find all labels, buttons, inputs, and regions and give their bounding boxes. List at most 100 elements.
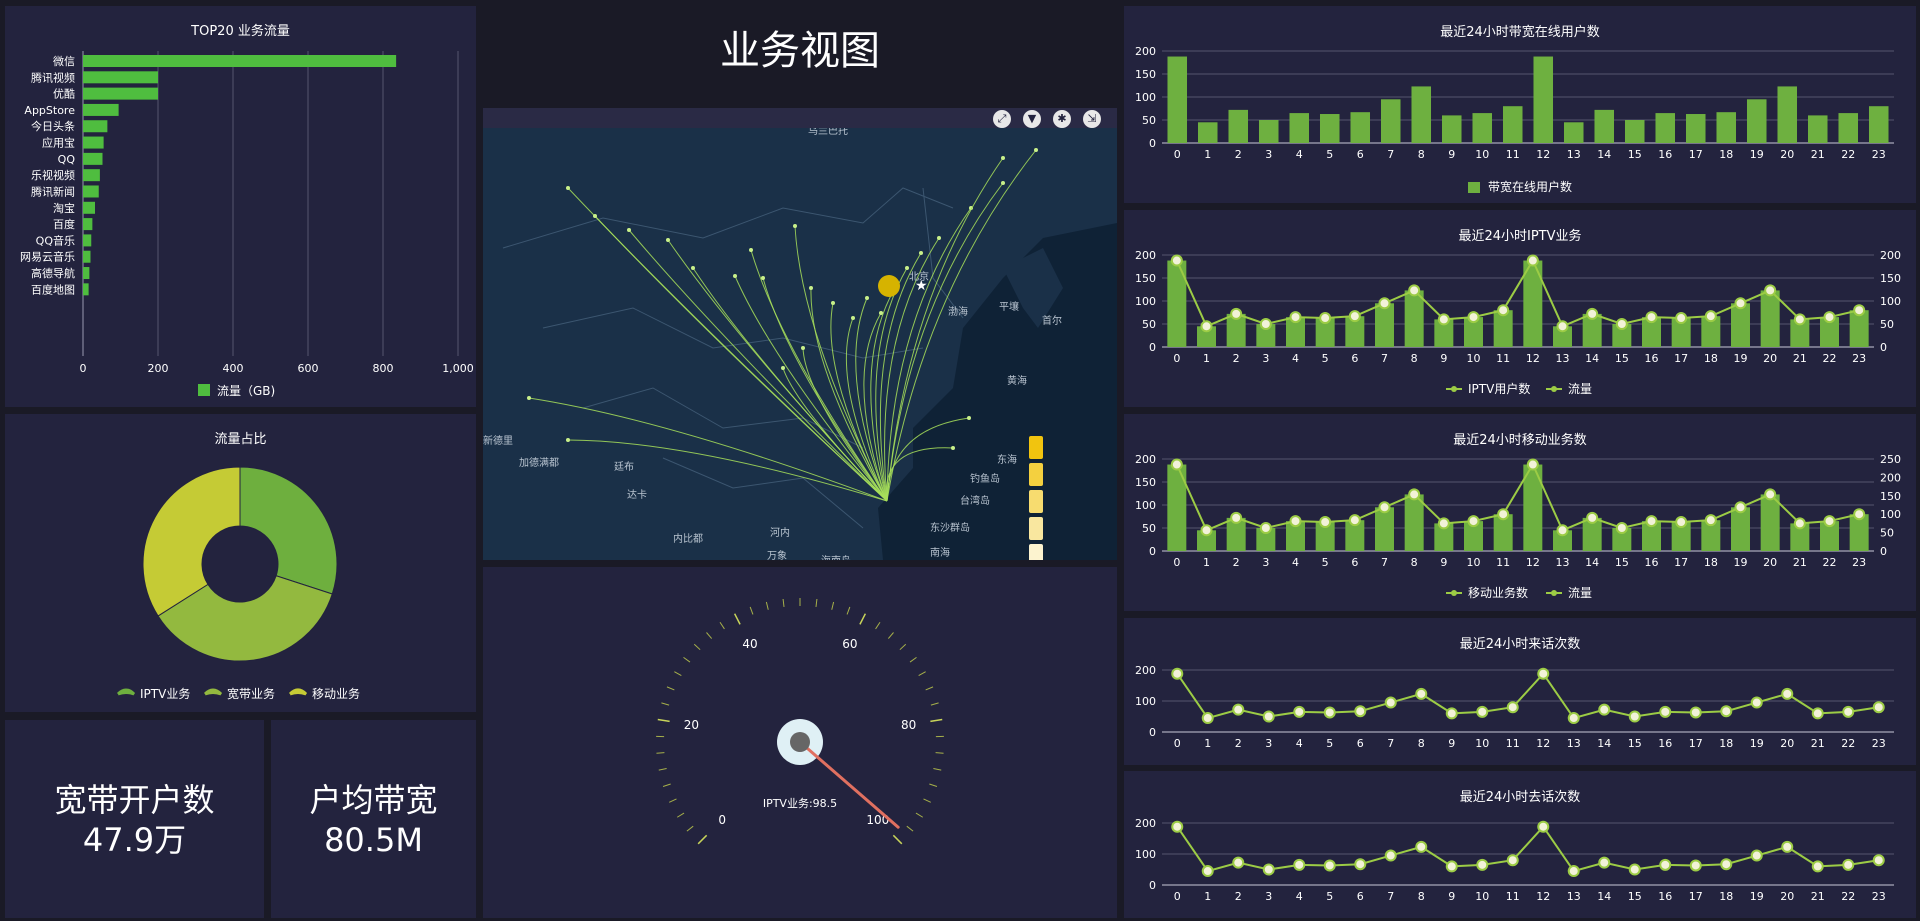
x-tick-label: 17 — [1674, 352, 1688, 365]
settings-icon[interactable]: ✱ — [1053, 110, 1071, 128]
series-point — [1750, 849, 1763, 862]
x-tick-label: 2 — [1233, 556, 1240, 569]
series-point — [1201, 865, 1214, 878]
series-point — [1348, 514, 1361, 527]
series-point — [1586, 307, 1599, 320]
series-point — [1348, 310, 1361, 323]
gauge-tick — [733, 613, 741, 625]
gauge-tick — [935, 752, 944, 754]
y-tick-label: 200 — [1135, 453, 1156, 466]
x-tick-label: 13 — [1567, 737, 1581, 750]
x-tick-label: 11 — [1506, 737, 1520, 750]
gauge-value-label: IPTV业务:98.5 — [763, 797, 837, 810]
x-tick-label: 14 — [1585, 352, 1599, 365]
series-point — [1354, 858, 1367, 871]
bar — [1404, 290, 1424, 347]
series-point — [1497, 304, 1510, 317]
map-label: 达卡 — [627, 488, 647, 501]
gauge-tick — [658, 768, 667, 771]
series-point — [1704, 310, 1717, 323]
x-tick-label: 4 — [1292, 352, 1299, 365]
x-tick-label: 22 — [1841, 737, 1855, 750]
map-label: 东海 — [997, 453, 1017, 466]
y-tick-label: 100 — [1135, 91, 1156, 104]
y2-tick-label: 150 — [1880, 272, 1901, 285]
gauge-tick — [899, 643, 907, 651]
y-tick-label: 200 — [1135, 249, 1156, 262]
y2-tick-label: 200 — [1880, 249, 1901, 262]
gauge-tick — [693, 643, 701, 651]
bar — [83, 267, 90, 280]
series-point — [1170, 458, 1183, 471]
flow-point — [733, 274, 737, 278]
x-tick-label: 9 — [1440, 352, 1447, 365]
bar — [1731, 507, 1750, 551]
series-point — [1689, 859, 1702, 872]
series-point — [1262, 710, 1275, 723]
series-point — [1319, 312, 1332, 325]
gauge-needle — [798, 740, 900, 829]
gauge-tick — [925, 686, 934, 691]
fullscreen-icon[interactable]: ⤢ — [993, 110, 1011, 128]
gauge-tick — [666, 686, 675, 691]
flow-point — [967, 416, 971, 420]
chart-panel-outgoing-calls: 最近24小时去话次数 0 100 200 0 1 2 3 4 5 6 7 8 9 10 11 12 13 14 15… — [1124, 771, 1916, 918]
x-tick-label: 21 — [1811, 737, 1825, 750]
series-point — [1259, 522, 1272, 534]
series-point — [1764, 284, 1777, 297]
x-tick-label: 5 — [1326, 890, 1333, 903]
bar — [1868, 106, 1889, 143]
x-tick-label: 13 — [1567, 148, 1581, 161]
visual-map-swatch — [1029, 436, 1043, 459]
y-tick-label: 50 — [1142, 318, 1156, 331]
bar — [1350, 112, 1371, 143]
x-tick-label: 13 — [1556, 556, 1570, 569]
bar — [1375, 303, 1394, 347]
x-tick-label: 9 — [1448, 737, 1455, 750]
bar — [83, 136, 104, 149]
x-tick-label: 16 — [1658, 148, 1672, 161]
x-tick-label: 13 — [1556, 352, 1570, 365]
x-tick-label: 23 — [1872, 737, 1886, 750]
x-tick-label: 8 — [1418, 148, 1425, 161]
series-line — [1175, 462, 1860, 532]
series-point — [1537, 667, 1550, 680]
gauge-tick — [719, 621, 725, 630]
flow-point — [937, 236, 941, 240]
page-title: 业务视图 — [720, 28, 880, 74]
ratio-donut-chart: IPTV业务 宽带业务 移动业务 — [116, 466, 360, 701]
top20-bar-chart: 0 200 400 600 800 1,000 微信腾讯视频优酷 AppStore 今日头条应用… — [20, 51, 474, 398]
x-tick-label: 20 — [1763, 352, 1777, 365]
chart-panel-incoming-calls: 最近24小时来话次数 0 100 200 0 1 2 3 4 5 6 7 8 9 10 11 12 13 14 15… — [1124, 618, 1916, 765]
export-icon[interactable]: ⇲ — [1083, 110, 1101, 128]
series-point — [1823, 311, 1836, 324]
x-tick-label: 17 — [1689, 148, 1703, 161]
series-point — [1415, 840, 1428, 853]
x-tick-label: 15 — [1628, 890, 1642, 903]
gauge-tick — [674, 671, 682, 676]
series-point — [1872, 854, 1885, 867]
gauge-tick — [662, 783, 671, 787]
x-tick-label: 21 — [1793, 556, 1807, 569]
series-point — [1764, 488, 1777, 501]
y-tick-label: 网易云音乐 — [20, 250, 75, 264]
series-point — [1853, 304, 1866, 317]
gauge-tick — [930, 718, 943, 723]
visual-map-swatch — [1029, 544, 1043, 560]
series-point — [1598, 856, 1611, 869]
stat-panel-broadband-accounts: 宽带开户数 47.9万 — [5, 720, 264, 918]
x-tick-label: 9 — [1448, 148, 1455, 161]
y-tick-label: QQ — [58, 153, 76, 166]
y-tick-label: 100 — [1135, 848, 1156, 861]
series-point — [1476, 858, 1489, 871]
x-tick-label: 23 — [1872, 890, 1886, 903]
y-tick-label: 0 — [1149, 341, 1156, 354]
y2-tick-label: 100 — [1880, 295, 1901, 308]
map-label: 平壤 — [999, 300, 1019, 313]
flow-map[interactable]: ⤢ ▼ ✱ ⇲ ★乌兰巴托北京渤海平壤首尔黄海东海钓鱼岛台湾岛东沙群岛南海海南岛… — [483, 108, 1117, 560]
x-tick-label: 12 — [1536, 737, 1550, 750]
filter-icon[interactable]: ▼ — [1023, 110, 1041, 128]
series-point — [1628, 710, 1641, 723]
series-point — [1323, 706, 1336, 719]
series-point — [1645, 311, 1658, 324]
